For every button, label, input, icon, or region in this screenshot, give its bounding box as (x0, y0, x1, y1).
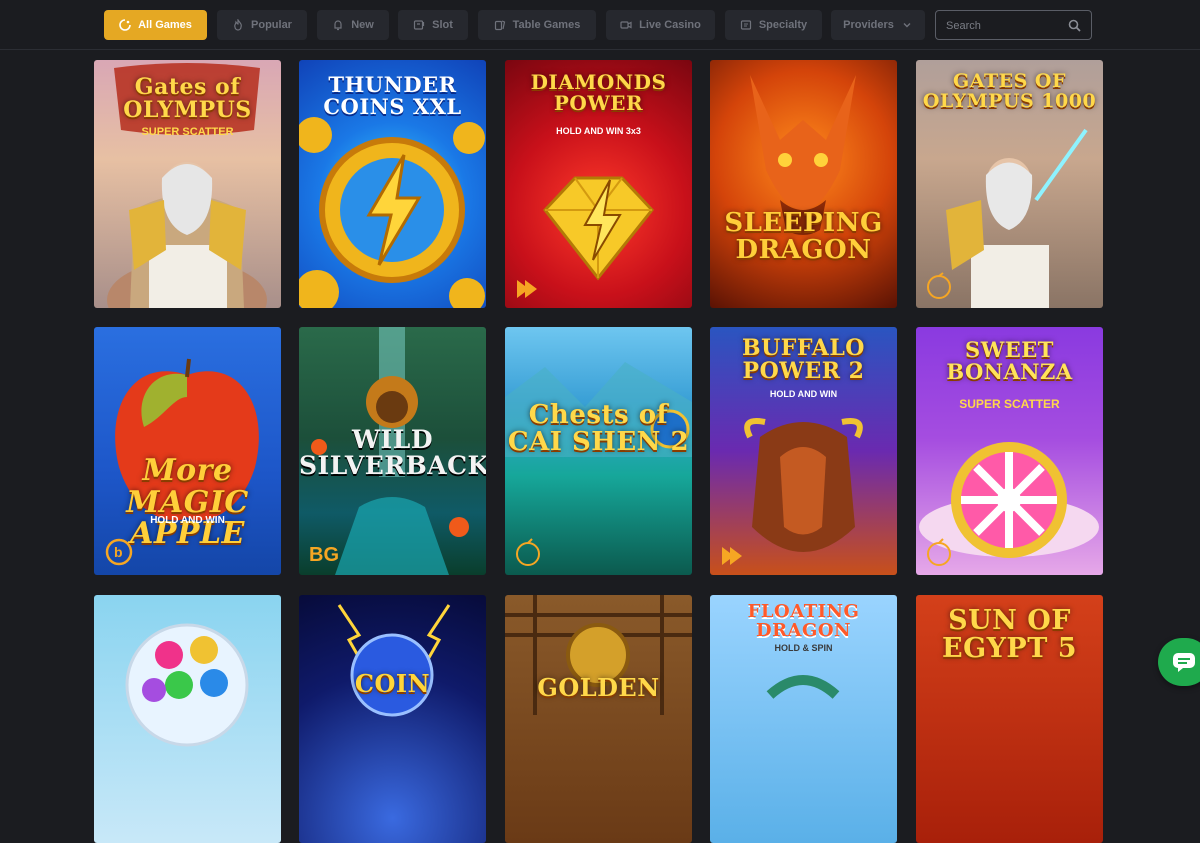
game-subtitle: SUPER SCATTER (959, 397, 1060, 411)
tab-label: Popular (251, 19, 292, 31)
game-subtitle: HOLD & SPIN (774, 643, 833, 653)
tab-label: Live Casino (639, 19, 701, 31)
game-tile[interactable]: WILD SILVERBACK BG (299, 327, 486, 575)
chat-bubble-icon (1173, 653, 1195, 672)
triangles-logo-icon (722, 547, 742, 565)
tab-label: Providers (843, 19, 894, 31)
game-title: GOLDEN (537, 673, 660, 702)
game-tile[interactable]: FLOATING DRAGON HOLD & SPIN (710, 595, 897, 843)
tab-label: All Games (138, 19, 192, 31)
tab-label: Table Games (512, 19, 581, 31)
bell-icon (332, 19, 344, 31)
game-title: More MAGIC APPLE (126, 453, 249, 551)
game-tile[interactable]: DIAMONDS POWER HOLD AND WIN 3x3 (505, 60, 692, 308)
tab-all-games[interactable]: All Games (104, 10, 207, 40)
search-icon[interactable] (1068, 19, 1081, 32)
tab-table-games[interactable]: Table Games (478, 10, 596, 40)
game-title: SUN OF EGYPT 5 (942, 605, 1077, 665)
game-tile[interactable]: More MAGIC APPLE HOLD AND WIN b (94, 327, 281, 575)
slot-machine-icon (413, 19, 425, 31)
game-title: SWEET BONANZA (946, 337, 1073, 385)
tab-label: Slot (432, 19, 453, 31)
game-tile[interactable]: COIN (299, 595, 486, 843)
game-subtitle: SUPER SCATTER (141, 126, 234, 138)
flame-icon (232, 19, 244, 31)
svg-text:b: b (114, 544, 123, 560)
game-artwork (337, 604, 451, 717)
game-title: WILD SILVERBACK (299, 425, 486, 481)
tab-popular[interactable]: Popular (217, 10, 307, 40)
game-subtitle: HOLD AND WIN (150, 515, 225, 526)
cards-icon (494, 19, 506, 31)
bg-logo-icon: BG (309, 544, 339, 566)
b-logo-icon: b (105, 538, 133, 566)
pragmatic-logo-icon (927, 538, 951, 566)
game-tile[interactable]: SUN OF EGYPT 5 (916, 595, 1103, 843)
game-title: THUNDER COINS XXL (323, 72, 462, 120)
pragmatic-logo-icon (927, 272, 951, 299)
tab-slot[interactable]: Slot (398, 10, 468, 40)
game-tile[interactable] (94, 595, 281, 843)
game-title: COIN (354, 669, 431, 698)
game-title: DIAMONDS POWER (530, 70, 667, 115)
game-tile[interactable]: GOLDEN (505, 595, 692, 843)
tab-live-casino[interactable]: Live Casino (606, 10, 715, 40)
games-grid: Gates of OLYMPUS SUPER SCATTER THUNDER C… (0, 0, 1200, 843)
search-box[interactable] (935, 10, 1092, 40)
pragmatic-logo-icon (516, 538, 540, 566)
tab-label: New (351, 19, 374, 31)
game-artwork (750, 75, 856, 235)
game-title: FLOATING DRAGON (747, 601, 860, 641)
ticket-icon (740, 19, 752, 31)
triangles-logo-icon (517, 280, 537, 298)
game-tile[interactable]: Chests of CAI SHEN 2 (505, 327, 692, 575)
game-title: GATES OF OLYMPUS 1000 (922, 70, 1097, 112)
game-tile[interactable]: THUNDER COINS XXL (299, 60, 486, 308)
sparkle-icon (119, 19, 131, 31)
tab-specialty[interactable]: Specialty (725, 10, 822, 40)
game-tile[interactable]: GATES OF OLYMPUS 1000 (916, 60, 1103, 308)
game-tile[interactable]: SWEET BONANZA SUPER SCATTER (916, 327, 1103, 575)
game-subtitle: HOLD AND WIN (769, 389, 838, 399)
tab-label: Specialty (758, 19, 808, 31)
game-artwork (125, 623, 249, 747)
providers-dropdown[interactable]: Providers (831, 10, 925, 40)
game-subtitle: HOLD AND WIN 3x3 (556, 126, 641, 136)
game-title: BUFFALO POWER 2 (742, 335, 865, 385)
game-title: Chests of CAI SHEN 2 (507, 400, 690, 458)
game-tile[interactable]: SLEEPING DRAGON (710, 60, 897, 308)
chevron-down-icon (901, 19, 913, 31)
video-icon (620, 19, 632, 31)
game-title: SLEEPING DRAGON (724, 208, 883, 266)
top-navigation-bar: All Games Popular New Slot Table Games L… (0, 0, 1200, 50)
game-artwork (505, 595, 692, 715)
tab-new[interactable]: New (317, 10, 389, 40)
search-input[interactable] (946, 18, 1061, 33)
game-tile[interactable]: Gates of OLYMPUS SUPER SCATTER (94, 60, 281, 308)
game-tile[interactable]: BUFFALO POWER 2 HOLD AND WIN (710, 327, 897, 575)
game-title: Gates of OLYMPUS (123, 74, 252, 124)
chat-button[interactable] (1158, 638, 1200, 686)
